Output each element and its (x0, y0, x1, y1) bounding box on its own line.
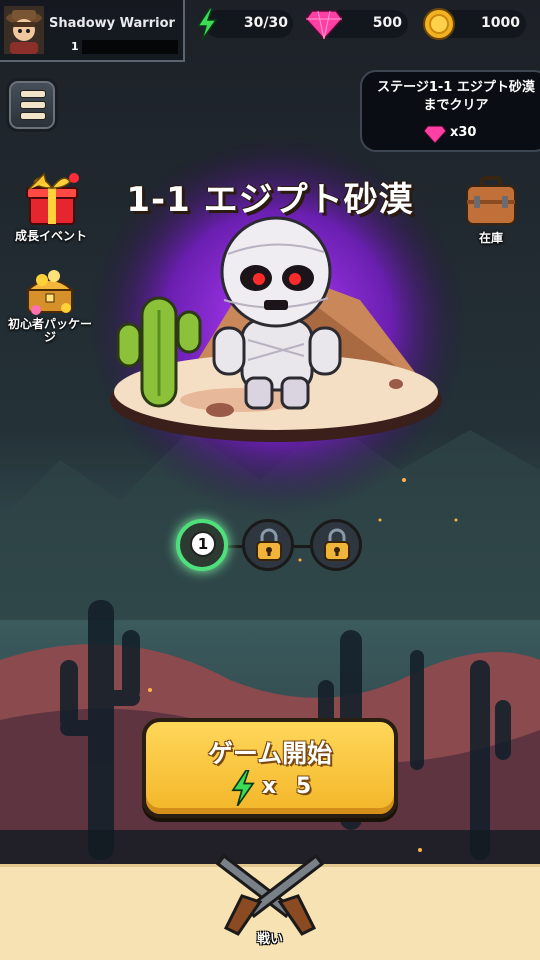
lightning-icon (231, 770, 255, 806)
start-game-label: ゲーム開始 (207, 739, 333, 768)
coin-icon (423, 8, 455, 40)
quest-title: ステージ1-1 エジプト砂漠までクリア (377, 80, 535, 113)
menu-button[interactable] (6, 78, 58, 132)
gem-icon (306, 10, 342, 39)
stage-node-3[interactable] (310, 519, 362, 571)
player-avatar[interactable] (4, 6, 44, 54)
gem-icon (424, 125, 446, 143)
inventory-label: 在庫 (478, 231, 503, 245)
nav-battle-label: 戦い (256, 932, 283, 947)
growth-event-label: 成長イベント (14, 229, 87, 243)
experience-bar (82, 40, 178, 54)
quest-reward-amount: x30 (450, 125, 477, 140)
crossed-pistols-icon (215, 853, 325, 936)
stage-node-1[interactable]: 1 (176, 519, 228, 571)
energy-value: 30/30 (243, 15, 288, 31)
lock-icon (256, 528, 282, 561)
stage-node-number: 1 (190, 531, 216, 557)
stage-node-2[interactable] (242, 519, 294, 571)
treasure-chest-icon (25, 270, 75, 315)
starter-package-button[interactable]: 初心者パッケージ (4, 264, 96, 344)
lock-icon (324, 528, 350, 561)
starter-package-label: 初心者パッケージ (7, 317, 92, 344)
player-level: 1 (71, 40, 79, 53)
player-name: Shadowy Warrior (49, 16, 175, 31)
gem-value: 500 (372, 15, 402, 31)
start-game-energy-cost: x 5 (262, 774, 318, 799)
coin-value: 1000 (481, 15, 520, 31)
lightning-icon (196, 8, 218, 40)
hamburger-icon (20, 90, 46, 98)
stage-title: 1-1 エジプト砂漠 (126, 180, 414, 220)
